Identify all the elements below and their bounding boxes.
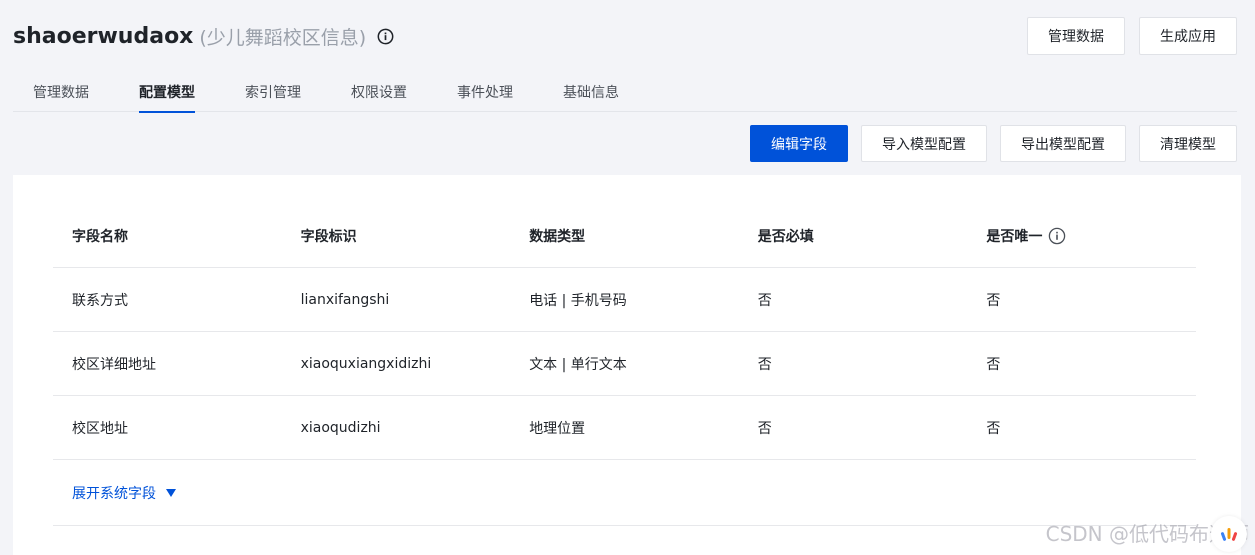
page-header: shaoerwudaox (少儿舞蹈校区信息) — [13, 18, 394, 54]
manage-data-button[interactable]: 管理数据 — [1027, 17, 1125, 55]
tab-permission-settings[interactable]: 权限设置 — [331, 78, 427, 112]
header-actions: 管理数据 生成应用 — [1027, 17, 1237, 55]
table-row[interactable]: 校区地址 xiaoqudizhi 地理位置 否 否 — [53, 396, 1196, 460]
field-name-cell: 校区详细地址 — [72, 356, 156, 373]
required-cell: 否 — [757, 292, 772, 309]
tab-index-management[interactable]: 索引管理 — [225, 78, 321, 112]
info-circle-icon[interactable] — [376, 27, 394, 45]
unique-cell: 否 — [986, 420, 1001, 437]
model-toolbar: 编辑字段 导入模型配置 导出模型配置 清理模型 — [750, 125, 1237, 162]
data-type-cell: 地理位置 — [529, 420, 586, 437]
generate-app-button[interactable]: 生成应用 — [1139, 17, 1237, 55]
assistant-logo-icon[interactable] — [1211, 516, 1247, 552]
tab-event-handling[interactable]: 事件处理 — [437, 78, 533, 112]
field-name-cell: 联系方式 — [72, 292, 128, 309]
page: shaoerwudaox (少儿舞蹈校区信息) 管理数据 生成应用 管理数据 配… — [0, 0, 1255, 555]
column-header: 是否必填 — [757, 229, 814, 245]
column-header: 字段名称 — [72, 229, 128, 245]
required-cell: 否 — [757, 356, 772, 373]
column-header-unique: 是否唯一 — [967, 226, 1196, 246]
column-header: 数据类型 — [529, 229, 586, 245]
caret-down-icon — [166, 488, 176, 497]
tab-bar: 管理数据 配置模型 索引管理 权限设置 事件处理 基础信息 — [13, 78, 1237, 113]
tab-manage-data[interactable]: 管理数据 — [13, 78, 109, 112]
expand-system-fields-label: 展开系统字段 — [72, 485, 156, 502]
field-id-cell: xiaoqudizhi — [300, 419, 381, 436]
table-row[interactable]: 校区详细地址 xiaoquxiangxidizhi 文本 | 单行文本 否 否 — [53, 332, 1196, 396]
tab-basic-info[interactable]: 基础信息 — [543, 78, 639, 112]
table-header-row: 字段名称 字段标识 数据类型 是否必填 是否唯一 — [53, 205, 1196, 268]
expand-system-fields-row: 展开系统字段 — [53, 460, 1196, 526]
fields-table: 字段名称 字段标识 数据类型 是否必填 是否唯一 联系方式 lianxifang… — [53, 205, 1196, 526]
required-cell: 否 — [757, 420, 772, 437]
data-type-cell: 文本 | 单行文本 — [529, 356, 627, 373]
expand-system-fields-link[interactable]: 展开系统字段 — [72, 483, 176, 503]
fields-card: 字段名称 字段标识 数据类型 是否必填 是否唯一 联系方式 lianxifang… — [13, 175, 1241, 555]
tab-config-model[interactable]: 配置模型 — [119, 78, 215, 113]
unique-cell: 否 — [986, 292, 1001, 309]
field-id-cell: xiaoquxiangxidizhi — [300, 355, 432, 372]
field-name-cell: 校区地址 — [72, 420, 128, 437]
export-config-button[interactable]: 导出模型配置 — [1000, 125, 1126, 162]
field-id-cell: lianxifangshi — [300, 291, 390, 308]
clear-model-button[interactable]: 清理模型 — [1139, 125, 1237, 162]
model-subtitle: (少儿舞蹈校区信息) — [199, 26, 367, 49]
table-row[interactable]: 联系方式 lianxifangshi 电话 | 手机号码 否 否 — [53, 268, 1196, 332]
data-type-cell: 电话 | 手机号码 — [529, 292, 627, 309]
model-title: shaoerwudaox — [13, 23, 194, 49]
unique-cell: 否 — [986, 356, 1001, 373]
import-config-button[interactable]: 导入模型配置 — [861, 125, 987, 162]
column-header-label: 是否唯一 — [986, 229, 1043, 245]
column-header: 字段标识 — [300, 229, 357, 245]
edit-fields-button[interactable]: 编辑字段 — [750, 125, 848, 162]
info-circle-icon[interactable] — [1048, 227, 1066, 245]
